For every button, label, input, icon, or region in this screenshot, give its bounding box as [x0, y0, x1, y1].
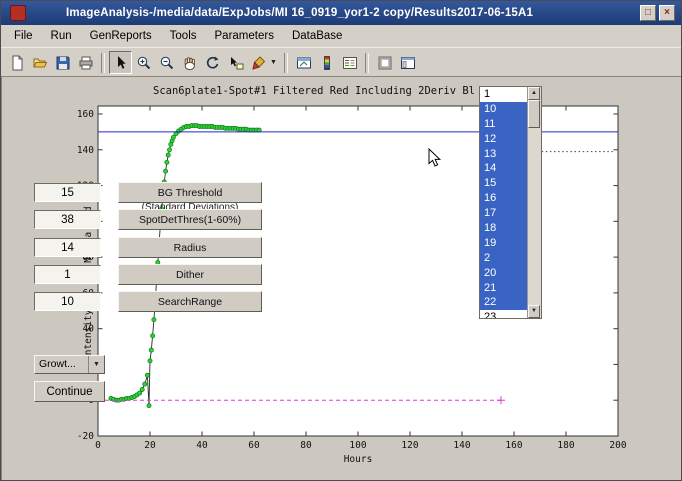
list-item[interactable]: 17 — [480, 206, 527, 221]
svg-text:Hours: Hours — [344, 454, 373, 465]
scroll-up-icon[interactable]: ▲ — [528, 87, 540, 100]
bg-threshold-input[interactable]: 15 — [34, 183, 101, 202]
svg-text:-20: -20 — [77, 431, 94, 442]
svg-text:60: 60 — [248, 440, 260, 451]
svg-text:140: 140 — [77, 145, 94, 156]
list-item[interactable]: 20 — [480, 266, 527, 281]
list-item[interactable]: 10 — [480, 102, 527, 117]
spot-number-list: 1 10 11 12 13 14 15 16 17 18 19 2 20 21 … — [480, 87, 527, 318]
radius-button[interactable]: Radius — [118, 237, 262, 258]
list-item[interactable]: 15 — [480, 176, 527, 191]
list-item[interactable]: 14 — [480, 161, 527, 176]
svg-text:40: 40 — [196, 440, 208, 451]
svg-text:100: 100 — [349, 440, 366, 451]
list-item[interactable]: 11 — [480, 117, 527, 132]
list-item[interactable]: 23 — [480, 310, 527, 318]
spot-number-listbox: 1 10 11 12 13 14 15 16 17 18 19 2 20 21 … — [479, 86, 542, 319]
searchrange-button[interactable]: SearchRange — [118, 291, 262, 312]
mouse-cursor — [428, 148, 442, 168]
svg-text:80: 80 — [300, 440, 312, 451]
list-item[interactable]: 18 — [480, 221, 527, 236]
scrollbar-thumb[interactable] — [528, 100, 540, 128]
svg-text:0: 0 — [95, 440, 101, 451]
list-item[interactable]: 12 — [480, 132, 527, 147]
app-window: ImageAnalysis-/media/data/ExpJobs/MI 16_… — [0, 0, 682, 481]
searchrange-input[interactable]: 10 — [34, 292, 101, 311]
svg-text:140: 140 — [453, 440, 470, 451]
list-item[interactable]: 21 — [480, 281, 527, 296]
list-item[interactable]: 16 — [480, 191, 527, 206]
bg-threshold-button[interactable]: BG Threshold — [118, 182, 262, 203]
growth-curve-plot: 020406080100120140160180200-200204060801… — [1, 1, 682, 481]
svg-text:200: 200 — [609, 440, 626, 451]
continue-button[interactable]: Continue — [34, 381, 105, 402]
scroll-down-icon[interactable]: ▼ — [528, 305, 540, 318]
radius-input[interactable]: 14 — [34, 238, 101, 257]
svg-text:20: 20 — [144, 440, 156, 451]
list-item[interactable]: 22 — [480, 295, 527, 310]
spotdetthres-input[interactable]: 38 — [34, 210, 101, 229]
chevron-down-icon[interactable]: ▼ — [88, 356, 104, 373]
svg-text:Intensity: Intensity — [83, 309, 94, 361]
spotdetthres-button[interactable]: SpotDetThres(1-60%) — [118, 209, 262, 230]
svg-text:160: 160 — [77, 109, 94, 120]
list-item[interactable]: 13 — [480, 147, 527, 162]
list-item[interactable]: 19 — [480, 236, 527, 251]
svg-text:160: 160 — [505, 440, 522, 451]
growth-mode-dropdown[interactable]: Growt... ▼ — [34, 355, 105, 374]
dither-input[interactable]: 1 — [34, 265, 101, 284]
svg-text:180: 180 — [557, 440, 574, 451]
svg-text:120: 120 — [401, 440, 418, 451]
dither-button[interactable]: Dither — [118, 264, 262, 285]
svg-text:Scan6plate1-Spot#1 Filtered Re: Scan6plate1-Spot#1 Filtered Red Includin… — [153, 85, 475, 97]
growth-mode-dropdown-value: Growt... — [35, 356, 88, 373]
listbox-scrollbar[interactable]: ▲ ▼ — [527, 87, 541, 318]
list-item[interactable]: 2 — [480, 251, 527, 266]
list-item[interactable]: 1 — [480, 87, 527, 102]
